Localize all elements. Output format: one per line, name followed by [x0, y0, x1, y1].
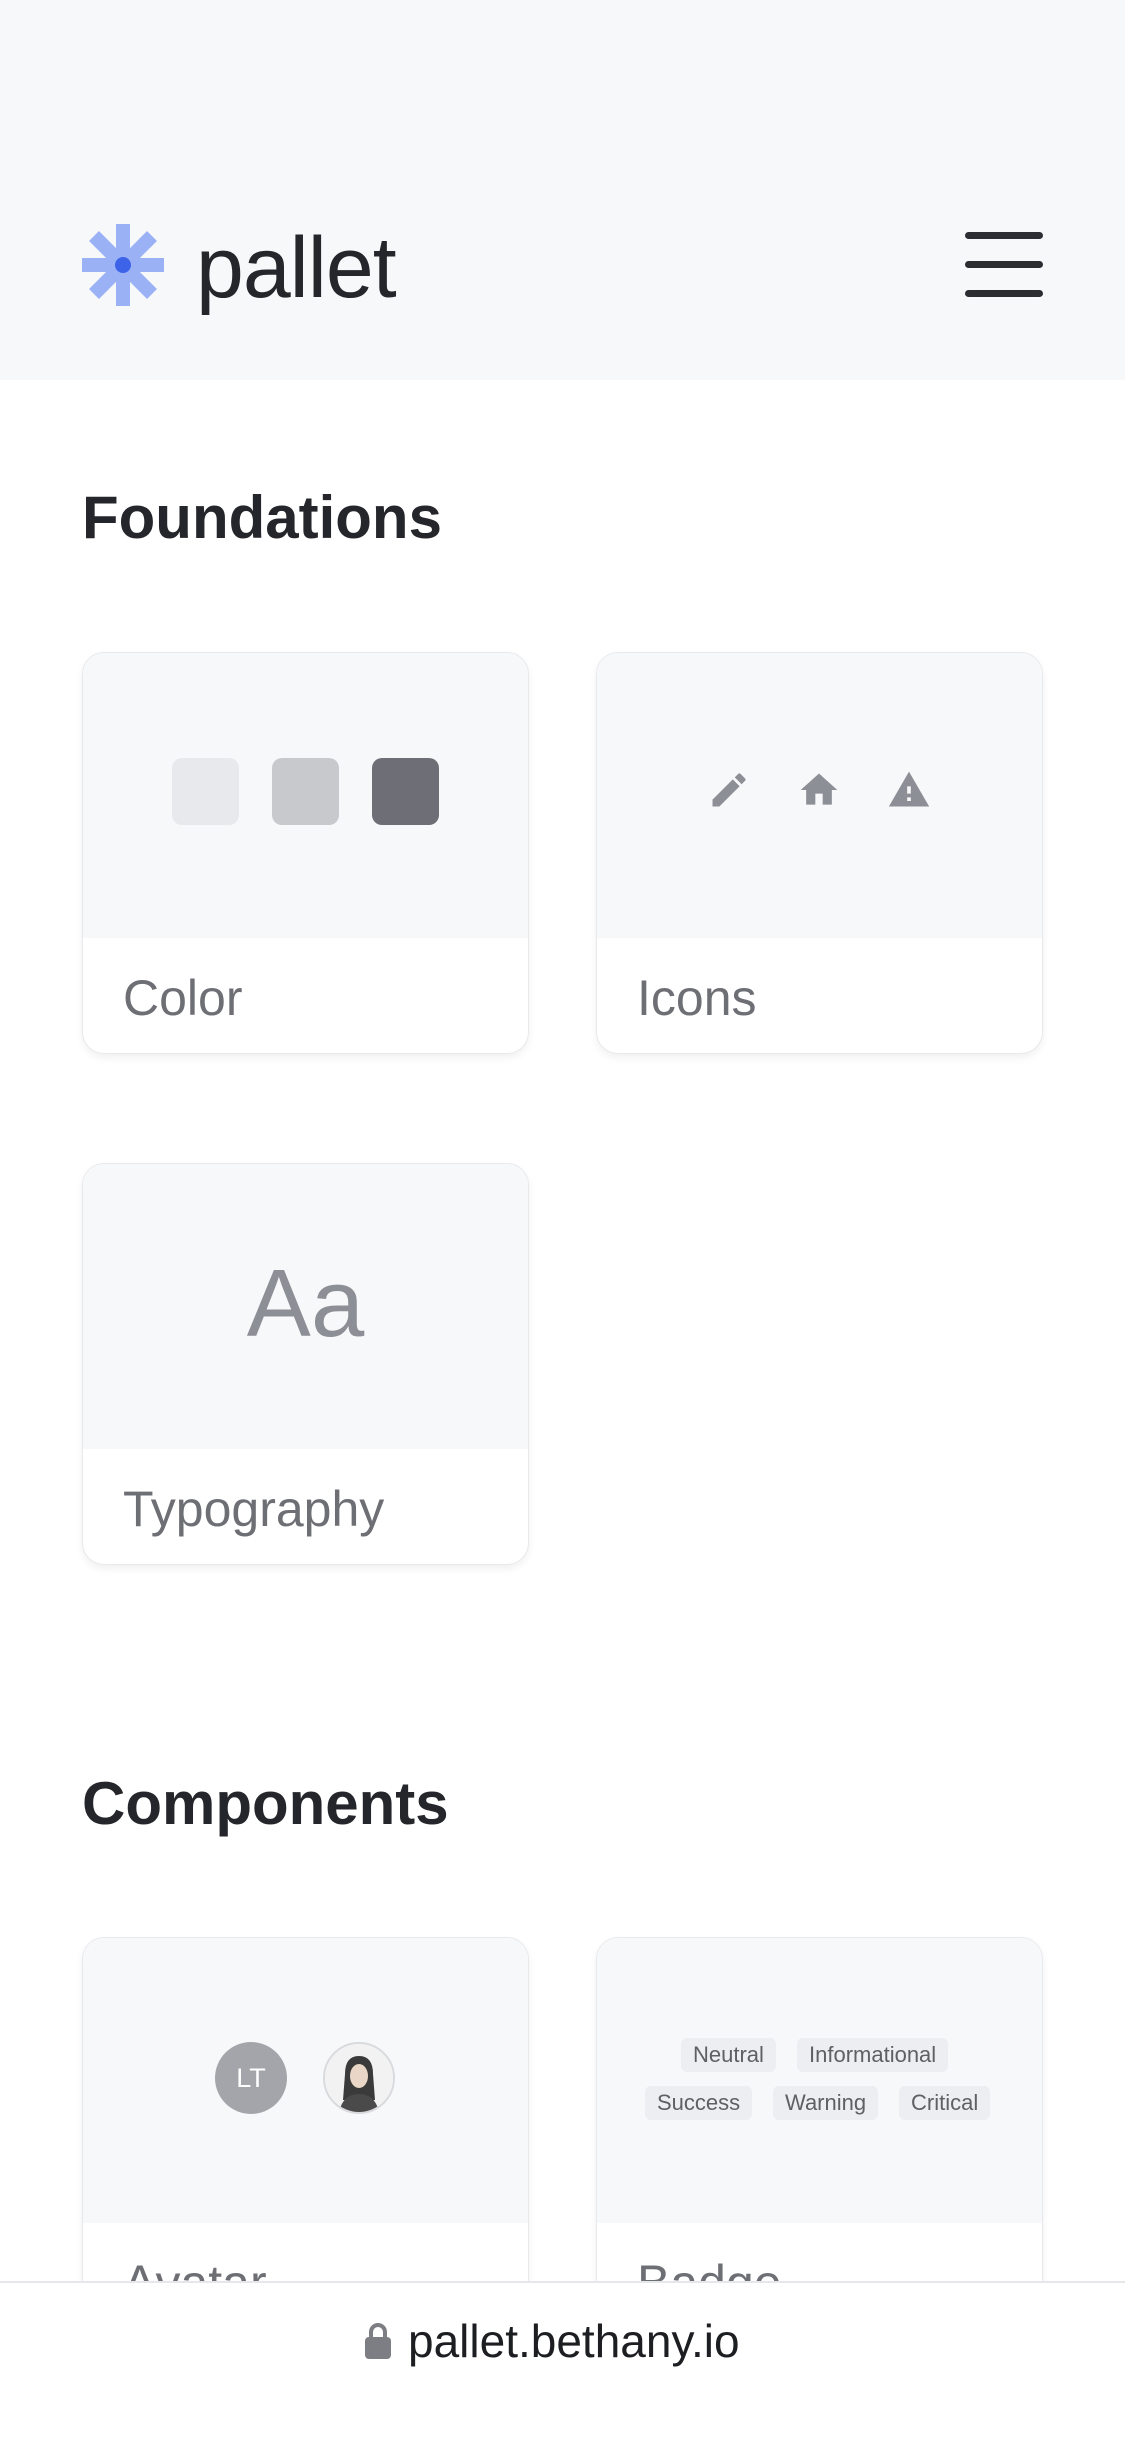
brand-name[interactable]: pallet: [196, 218, 397, 318]
url-text[interactable]: pallet.bethany.io: [408, 2313, 740, 2369]
card-label-color: Color: [123, 970, 243, 1026]
swatch-light: [172, 758, 239, 825]
icons-preview: [597, 653, 1042, 938]
badge-success: Success: [645, 2086, 753, 2120]
warning-icon: [888, 771, 930, 807]
home-icon: [800, 773, 838, 805]
typography-preview: Aa: [83, 1164, 528, 1449]
type-sample: Aa: [246, 1250, 365, 1357]
color-preview: [83, 653, 528, 938]
components-heading: Components: [82, 1770, 449, 1837]
hamburger-menu-icon[interactable]: [962, 230, 1046, 300]
asterisk-logo-icon[interactable]: [80, 222, 166, 308]
card-icons[interactable]: Icons: [596, 652, 1043, 1054]
card-typography[interactable]: Aa Typography: [82, 1163, 529, 1565]
card-color[interactable]: Color: [82, 652, 529, 1054]
badge-preview: Neutral Informational Success Warning Cr…: [597, 1938, 1042, 2223]
card-avatar[interactable]: LT Avatar: [82, 1937, 529, 2339]
app-header: pallet: [0, 0, 1125, 380]
swatch-mid: [272, 758, 339, 825]
person-photo-icon: [325, 2044, 393, 2112]
avatar-initials: LT: [215, 2042, 287, 2114]
card-badge[interactable]: Neutral Informational Success Warning Cr…: [596, 1937, 1043, 2339]
avatar-photo: [323, 2042, 395, 2114]
badge-critical: Critical: [899, 2086, 991, 2120]
browser-url-bar[interactable]: pallet.bethany.io: [0, 2281, 1125, 2438]
pencil-icon: [712, 773, 746, 807]
badge-warning: Warning: [773, 2086, 879, 2120]
lock-icon: [365, 2323, 391, 2359]
avatar-preview: LT: [83, 1938, 528, 2223]
card-label-typography: Typography: [123, 1481, 385, 1537]
badge-informational: Informational: [797, 2038, 949, 2072]
swatch-dark: [372, 758, 439, 825]
card-label-icons: Icons: [637, 970, 757, 1026]
badge-neutral: Neutral: [681, 2038, 776, 2072]
foundations-heading: Foundations: [82, 484, 442, 551]
